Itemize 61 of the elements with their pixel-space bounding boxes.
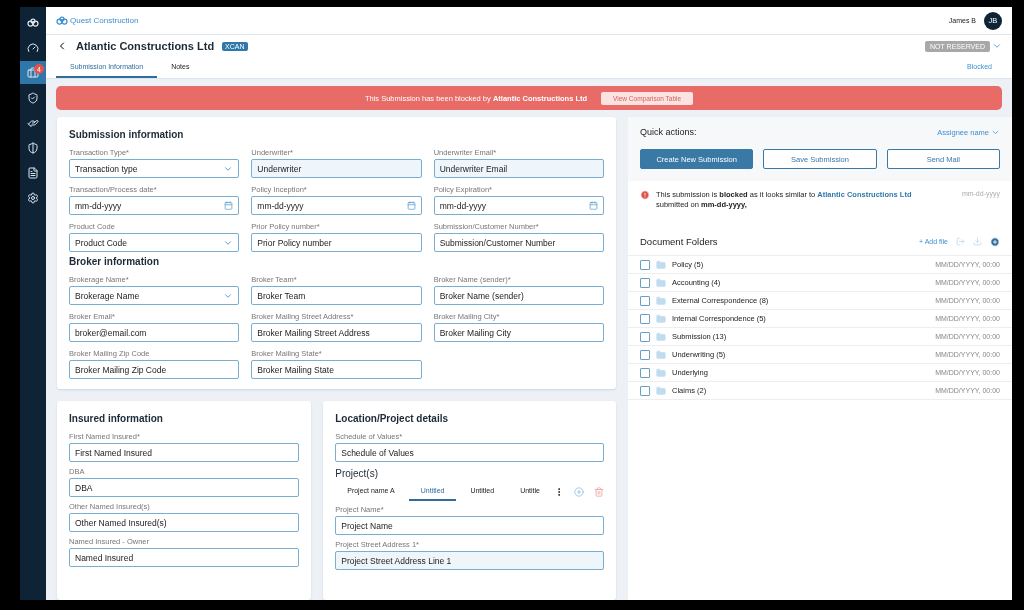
- folder-icon: [656, 259, 666, 270]
- section-title: Document Folders: [640, 236, 718, 248]
- input-field[interactable]: Submission/Customer Number: [433, 233, 604, 252]
- input-field[interactable]: Schedule of Values: [335, 443, 604, 462]
- checkbox[interactable]: [640, 331, 650, 342]
- input-field[interactable]: Broker Mailing Zip Code: [69, 360, 240, 379]
- input-field[interactable]: Named Insured: [69, 548, 300, 567]
- dropdown-field[interactable]: Brokerage Name: [69, 286, 240, 305]
- input-field[interactable]: Broker Team: [251, 286, 422, 305]
- checkbox[interactable]: [640, 385, 650, 396]
- delete-icon[interactable]: [594, 487, 604, 497]
- shield-icon: [27, 141, 39, 154]
- section-title: Broker information: [69, 256, 160, 267]
- checkbox[interactable]: [640, 295, 650, 306]
- folder-icon: [656, 313, 666, 324]
- brand-logo[interactable]: Quest Construction: [56, 16, 139, 25]
- document-icon: [27, 166, 39, 179]
- section-title: Quick actions:: [640, 127, 697, 137]
- checkbox[interactable]: [640, 313, 650, 324]
- input-field[interactable]: broker@email.com: [69, 323, 240, 342]
- input-field[interactable]: Underwriter: [251, 159, 422, 178]
- dropdown-field[interactable]: Product Code: [69, 233, 240, 252]
- alert-icon: [640, 190, 650, 200]
- checkbox[interactable]: [640, 259, 650, 270]
- input-field[interactable]: Broker Name (sender): [433, 286, 604, 305]
- input-field[interactable]: Prior Policy number: [251, 233, 422, 252]
- settings-icon: [27, 191, 39, 204]
- folder-icon: [656, 295, 666, 306]
- folder-icon: [656, 349, 666, 360]
- checkbox[interactable]: [640, 367, 650, 378]
- input-field[interactable]: Broker Mailing City: [433, 323, 604, 342]
- input-field[interactable]: Underwriter Email: [433, 159, 604, 178]
- input-field[interactable]: Project Name: [335, 516, 604, 535]
- calendar-icon: [224, 201, 234, 210]
- shield-icon: [27, 91, 39, 104]
- dropdown-field[interactable]: Transaction type: [69, 159, 240, 178]
- section-title: Submission information: [69, 129, 185, 140]
- folder-icon: [656, 331, 666, 342]
- gauge-icon: [27, 41, 39, 54]
- folder-icon: [656, 277, 666, 288]
- checkbox[interactable]: [640, 349, 650, 360]
- date-field[interactable]: mm-dd-yyyy: [251, 196, 422, 215]
- section-title: Location/Project details: [335, 413, 450, 424]
- section-title: Insured information: [69, 413, 164, 424]
- date-field[interactable]: mm-dd-yyyy: [69, 196, 240, 215]
- page-title: Atlantic Constructions Ltd: [76, 40, 215, 52]
- checkbox[interactable]: [640, 277, 650, 288]
- projects-title: Project(s): [335, 468, 379, 479]
- calendar-icon: [589, 201, 598, 210]
- input-field[interactable]: Broker Mailing Street Address: [251, 323, 422, 342]
- input-field[interactable]: Project Street Address Line 1: [335, 551, 604, 570]
- calendar-icon: [406, 201, 416, 210]
- input-field[interactable]: First Named Insured: [69, 443, 300, 462]
- date-field[interactable]: mm-dd-yyyy: [433, 196, 604, 215]
- input-field[interactable]: Broker Mailing State: [251, 360, 422, 379]
- briefcase-icon: [27, 66, 39, 79]
- input-field[interactable]: Other Named Insured(s): [69, 513, 300, 532]
- folder-icon: [656, 385, 666, 396]
- input-field[interactable]: DBA: [69, 478, 300, 497]
- chevron-down-icon[interactable]: [992, 41, 1002, 51]
- folder-icon: [656, 367, 666, 378]
